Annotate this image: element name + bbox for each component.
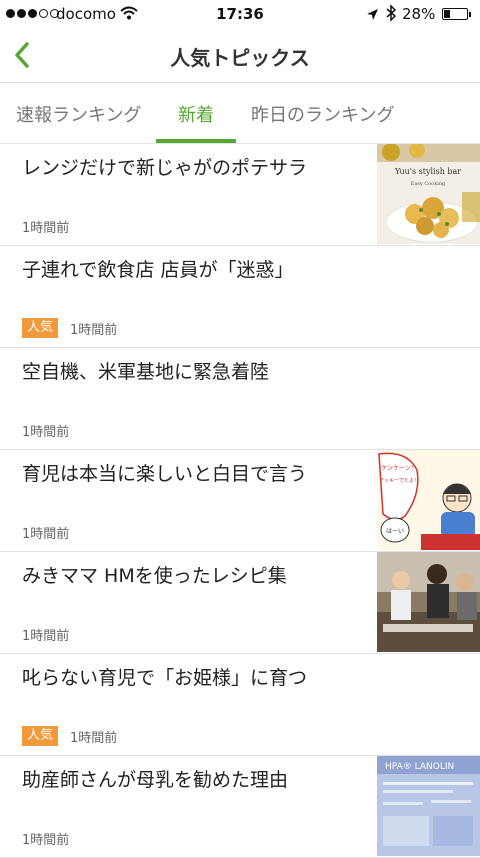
time-ago: 1時間前 bbox=[70, 730, 118, 746]
thumbnail-caption: ケンケーン！ bbox=[381, 465, 417, 472]
thumbnail-caption: Yuu's stylish bar bbox=[394, 167, 461, 176]
thumbnail-caption: HPA® LANOLIN bbox=[385, 762, 454, 772]
status-bar: docomo 17:36 28% bbox=[0, 0, 480, 28]
list-item[interactable]: 子連れで飲食店 店員が「迷惑」 人気 1時間前 bbox=[0, 246, 480, 348]
topic-title: 助産師さんが母乳を勧めた理由 bbox=[22, 769, 289, 791]
topic-thumbnail: HPA® LANOLIN bbox=[377, 756, 480, 856]
tab-breaking-ranking[interactable]: 速報ランキング bbox=[16, 101, 141, 127]
battery-icon bbox=[442, 8, 471, 20]
topic-thumbnail bbox=[377, 552, 480, 652]
tab-bar: 速報ランキング 新着 昨日のランキング bbox=[0, 83, 480, 144]
topic-title: レンジだけで新じゃがのポテサラ bbox=[22, 157, 308, 179]
list-item[interactable]: 叱らない育児で「お姫様」に育つ 人気 1時間前 bbox=[0, 654, 480, 756]
list-item[interactable]: みきママ HMを使ったレシピ集 1時間前 bbox=[0, 552, 480, 654]
list-item[interactable]: 育児は本当に楽しいと白目で言う 1時間前 ケンケーン！ アッキーでたよ！ はーい bbox=[0, 450, 480, 552]
tab-yesterday-ranking[interactable]: 昨日のランキング bbox=[251, 101, 394, 127]
list-item[interactable]: 助産師さんが母乳を勧めた理由 1時間前 HPA® LANOLIN bbox=[0, 756, 480, 858]
topic-title: 育児は本当に楽しいと白目で言う bbox=[22, 463, 308, 485]
topic-title: 子連れで飲食店 店員が「迷惑」 bbox=[22, 259, 294, 281]
bluetooth-icon bbox=[385, 4, 397, 26]
time-ago: 1時間前 bbox=[22, 832, 70, 848]
location-arrow-icon bbox=[366, 7, 379, 25]
navigation-bar: 人気トピックス bbox=[0, 28, 480, 83]
time-ago: 1時間前 bbox=[22, 526, 70, 542]
topic-title: 空自機、米軍基地に緊急着陸 bbox=[22, 361, 270, 383]
thumbnail-caption-small: アッキーでたよ！ bbox=[379, 478, 419, 484]
tab-new[interactable]: 新着 bbox=[178, 101, 214, 127]
popular-badge: 人気 bbox=[22, 318, 59, 338]
time-ago: 1時間前 bbox=[70, 322, 118, 338]
topic-title: 叱らない育児で「お姫様」に育つ bbox=[22, 667, 308, 689]
time-ago: 1時間前 bbox=[22, 220, 70, 236]
topic-title: みきママ HMを使ったレシピ集 bbox=[22, 565, 287, 587]
battery-percent: 28% bbox=[402, 5, 436, 23]
thumbnail-speech: はーい bbox=[386, 528, 404, 535]
time-ago: 1時間前 bbox=[22, 424, 70, 440]
list-item[interactable]: 空自機、米軍基地に緊急着陸 1時間前 bbox=[0, 348, 480, 450]
page-title: 人気トピックス bbox=[170, 46, 310, 70]
active-tab-indicator bbox=[156, 139, 236, 143]
thumbnail-caption-small: Easy Cooking bbox=[411, 181, 446, 187]
time-ago: 1時間前 bbox=[22, 628, 70, 644]
topic-thumbnail: Yuu's stylish bar Easy Cooking bbox=[377, 144, 480, 244]
topic-thumbnail: ケンケーン！ アッキーでたよ！ はーい bbox=[377, 450, 480, 550]
popular-badge: 人気 bbox=[22, 726, 59, 746]
list-item[interactable]: レンジだけで新じゃがのポテサラ 1時間前 Yuu's stylish bar E… bbox=[0, 144, 480, 246]
